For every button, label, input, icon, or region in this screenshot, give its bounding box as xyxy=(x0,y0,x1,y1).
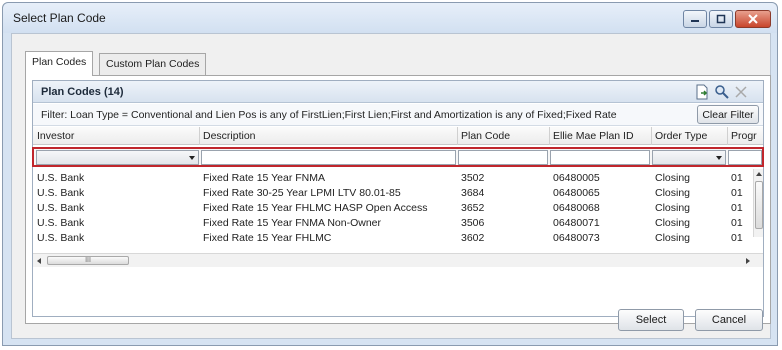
chevron-down-icon xyxy=(716,156,722,160)
select-plan-code-dialog: Select Plan Code Plan Codes Custom Plan … xyxy=(2,2,778,346)
col-investor[interactable]: Investor xyxy=(37,130,197,142)
tab-custom-plan-codes[interactable]: Custom Plan Codes xyxy=(99,53,207,75)
cell-investor: U.S. Bank xyxy=(37,202,85,214)
vertical-scroll-thumb[interactable] xyxy=(755,181,763,229)
scroll-up-icon[interactable] xyxy=(755,171,763,177)
col-divider xyxy=(457,127,458,145)
plan-codes-group: Plan Codes (14) Filter: Loan Type = Conv xyxy=(32,80,764,317)
col-description[interactable]: Description xyxy=(203,130,453,142)
investor-filter-dropdown[interactable] xyxy=(36,150,199,165)
column-filter-row xyxy=(32,147,764,167)
plan-id-filter-input[interactable] xyxy=(550,150,650,165)
cancel-button[interactable]: Cancel xyxy=(695,309,763,331)
chevron-down-icon xyxy=(189,156,195,160)
clear-icon[interactable] xyxy=(733,84,749,100)
title-bar[interactable]: Select Plan Code xyxy=(3,3,777,33)
cell-plan-code: 3602 xyxy=(461,232,485,244)
group-title: Plan Codes (14) xyxy=(41,86,124,98)
cell-description: Fixed Rate 15 Year FHLMC xyxy=(203,232,332,244)
maximize-button[interactable] xyxy=(709,10,733,28)
program-filter-input[interactable] xyxy=(728,150,762,165)
cell-investor: U.S. Bank xyxy=(37,217,85,229)
scroll-left-icon[interactable] xyxy=(36,257,42,265)
order-type-filter-dropdown[interactable] xyxy=(652,150,726,165)
clear-filter-button[interactable]: Clear Filter xyxy=(697,105,759,124)
col-divider xyxy=(727,127,728,145)
table-row[interactable]: U.S. Bank Fixed Rate 15 Year FHLMC 3602 … xyxy=(33,231,753,246)
table-row[interactable]: U.S. Bank Fixed Rate 15 Year FNMA 3502 0… xyxy=(33,171,753,186)
grid-header: Investor Description Plan Code Ellie Mae… xyxy=(33,127,763,145)
cell-program: 01 xyxy=(731,187,743,199)
cell-order-type: Closing xyxy=(655,232,691,244)
description-filter-input[interactable] xyxy=(201,150,456,165)
filter-description: Filter: Loan Type = Conventional and Lie… xyxy=(41,109,617,121)
plan-code-filter-input[interactable] xyxy=(458,150,548,165)
table-row[interactable]: U.S. Bank Fixed Rate 15 Year FHLMC HASP … xyxy=(33,201,753,216)
close-icon xyxy=(748,14,758,24)
col-divider xyxy=(199,127,200,145)
horizontal-scroll-thumb[interactable]: III xyxy=(47,256,129,265)
table-row[interactable]: U.S. Bank Fixed Rate 30-25 Year LPMI LTV… xyxy=(33,186,753,201)
maximize-icon xyxy=(716,14,726,24)
cell-description: Fixed Rate 30-25 Year LPMI LTV 80.01-85 xyxy=(203,187,401,199)
export-icon[interactable] xyxy=(694,84,710,100)
cell-program: 01 xyxy=(731,172,743,184)
cell-program: 01 xyxy=(731,232,743,244)
table-row[interactable]: U.S. Bank Fixed Rate 15 Year FNMA Non-Ow… xyxy=(33,216,753,231)
col-order-type[interactable]: Order Type xyxy=(655,130,725,142)
cell-plan-id: 06480005 xyxy=(553,172,600,184)
scroll-right-icon[interactable] xyxy=(745,257,751,265)
col-program[interactable]: Progr xyxy=(731,130,761,142)
select-button[interactable]: Select xyxy=(618,309,684,331)
tab-plan-codes[interactable]: Plan Codes xyxy=(25,51,94,76)
cell-order-type: Closing xyxy=(655,172,691,184)
cell-order-type: Closing xyxy=(655,202,691,214)
cell-plan-code: 3506 xyxy=(461,217,485,229)
cell-plan-code: 3502 xyxy=(461,172,485,184)
col-ellie-mae-plan-id[interactable]: Ellie Mae Plan ID xyxy=(553,130,648,142)
cell-program: 01 xyxy=(731,202,743,214)
tab-panel: Plan Codes (14) Filter: Loan Type = Conv xyxy=(25,75,771,324)
minimize-button[interactable] xyxy=(683,10,707,28)
cell-plan-code: 3652 xyxy=(461,202,485,214)
dialog-body: Plan Codes Custom Plan Codes Plan Codes … xyxy=(11,33,771,339)
minimize-icon xyxy=(691,20,699,22)
cell-order-type: Closing xyxy=(655,187,691,199)
cell-plan-code: 3684 xyxy=(461,187,485,199)
cell-order-type: Closing xyxy=(655,217,691,229)
horizontal-scrollbar[interactable]: III xyxy=(33,253,763,267)
cell-plan-id: 06480073 xyxy=(553,232,600,244)
col-divider xyxy=(651,127,652,145)
search-icon[interactable] xyxy=(714,84,730,100)
cell-description: Fixed Rate 15 Year FHLMC HASP Open Acces… xyxy=(203,202,428,214)
cell-program: 01 xyxy=(731,217,743,229)
group-header: Plan Codes (14) xyxy=(33,81,763,103)
cell-plan-id: 06480071 xyxy=(553,217,600,229)
vertical-scrollbar[interactable] xyxy=(753,169,763,237)
cell-plan-id: 06480068 xyxy=(553,202,600,214)
close-button[interactable] xyxy=(735,10,771,28)
cell-investor: U.S. Bank xyxy=(37,172,85,184)
col-divider xyxy=(549,127,550,145)
col-plan-code[interactable]: Plan Code xyxy=(461,130,546,142)
window-title: Select Plan Code xyxy=(13,11,106,25)
cell-description: Fixed Rate 15 Year FNMA xyxy=(203,172,325,184)
filter-bar: Filter: Loan Type = Conventional and Lie… xyxy=(33,104,763,126)
cell-investor: U.S. Bank xyxy=(37,232,85,244)
cell-plan-id: 06480065 xyxy=(553,187,600,199)
cell-investor: U.S. Bank xyxy=(37,187,85,199)
cell-description: Fixed Rate 15 Year FNMA Non-Owner xyxy=(203,217,381,229)
